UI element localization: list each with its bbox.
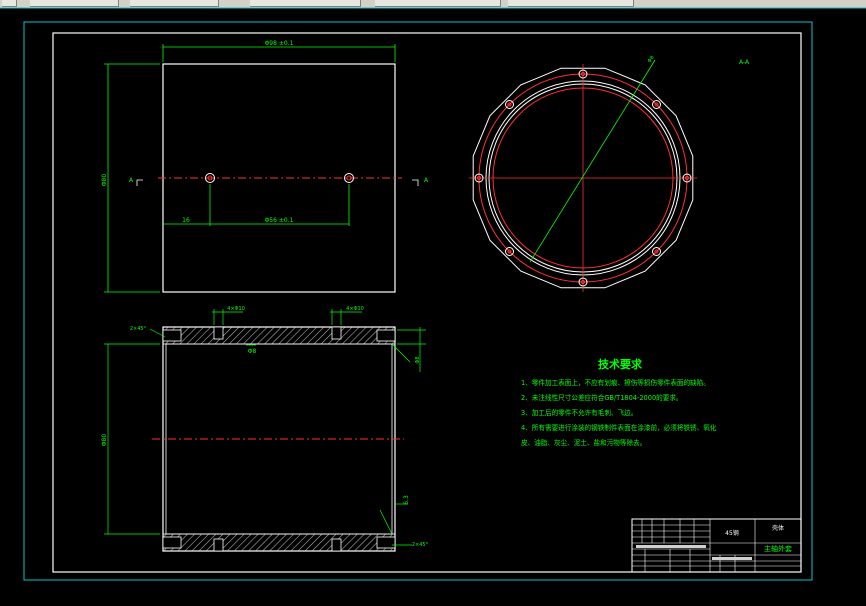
section-mark-left — [136, 179, 143, 186]
title-block: 45钢 壳体 主轴外套 — [631, 518, 802, 573]
bottom-hole-right — [331, 538, 342, 552]
drawing-frame — [52, 32, 802, 573]
section-label-left: A — [129, 177, 134, 184]
height-dimension: Φ80 — [101, 174, 108, 187]
technical-notes: 技术要求 1、零件加工表面上，不应有划痕、擦伤等损伤零件表面的缺陷。 2、未注线… — [521, 357, 717, 447]
chamfer-bottom: 2×45° — [412, 542, 429, 548]
note-line-2: 2、未注线性尺寸公差应符合GB/T1804-2000的要求。 — [521, 393, 683, 402]
note-line-3: 3、加工后的零件不允许有毛刺、飞边。 — [521, 408, 637, 417]
slot-dimension-left: 4×Φ10 — [227, 306, 245, 312]
bottom-left-slot — [162, 536, 182, 549]
title-block-fill — [636, 545, 706, 548]
title-block-fill-2 — [712, 557, 752, 560]
slot-dimension-right: 4×Φ10 — [346, 306, 364, 312]
section-label-right: A — [424, 177, 429, 184]
pitch-dimension: Φ56 ±0.1 — [265, 217, 294, 224]
inner-bore — [165, 343, 393, 535]
top-right-slot — [376, 329, 396, 342]
material-label: 45钢 — [725, 529, 739, 537]
note-line-1: 1、零件加工表面上，不应有划痕、擦伤等损伤零件表面的缺陷。 — [521, 378, 710, 387]
top-left-slot — [162, 329, 182, 342]
top-wall-hatch — [162, 326, 396, 345]
bottom-wall-hatch — [162, 533, 396, 552]
bottom-right-slot — [376, 536, 396, 549]
offset-dimension: 16 — [182, 217, 190, 224]
cad-canvas[interactable]: Φ98 ±0.1 Φ80 Φ56 ±0.1 16 A A 4×Φ10 4×Φ10… — [0, 0, 866, 606]
chamfer-top: 2×45° — [130, 326, 147, 332]
right-dimension: Φ8 — [415, 356, 421, 363]
note-line-5: 皮、油脂、灰尘、泥土、盐和污物等除去。 — [521, 438, 646, 447]
top-hole-left — [213, 326, 224, 340]
title-block-label: 壳体 — [772, 524, 784, 532]
notes-title: 技术要求 — [598, 357, 643, 371]
section-mark-right — [412, 179, 419, 186]
roughness-mark: 6.3 — [403, 495, 410, 505]
top-view: Φ98 ±0.1 Φ80 Φ56 ±0.1 16 A A — [101, 40, 429, 293]
width-dimension: Φ98 ±0.1 — [265, 40, 294, 47]
note-line-4: 4、所有需要进行涂装的钢铁制件表面在涂漆前，必须将铁锈、氧化 — [521, 423, 717, 432]
center-mark: Φ8 — [248, 348, 257, 355]
circle-view: Φ8 A-A — [469, 55, 750, 292]
section-view: 4×Φ10 4×Φ10 2×45° Φ8 Φ8 Φ80 6.3 2×45° — [101, 306, 429, 552]
sheet-outline — [23, 21, 813, 581]
top-hole-right — [331, 326, 342, 340]
part-name: 主轴外套 — [764, 544, 792, 553]
section-height-dimension: Φ80 — [101, 434, 108, 447]
diameter-label: Φ8 — [647, 55, 656, 64]
section-mark: A-A — [739, 59, 750, 66]
bottom-hole-left — [213, 538, 224, 552]
